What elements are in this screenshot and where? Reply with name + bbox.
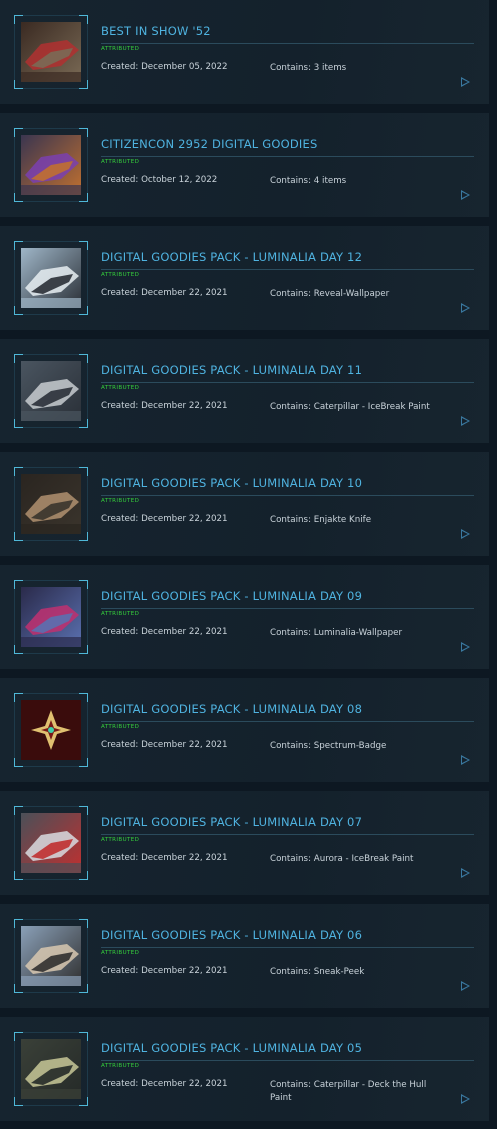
list-item[interactable]: CITIZENCON 2952 DIGITAL GOODIES ATTRIBUT… [0,113,489,217]
created-date: Created: December 22, 2021 [101,740,228,750]
thumbnail-frame[interactable] [14,580,88,654]
item-title[interactable]: DIGITAL GOODIES PACK - LUMINALIA DAY 07 [101,815,473,829]
title-divider [101,947,474,948]
item-title[interactable]: DIGITAL GOODIES PACK - LUMINALIA DAY 10 [101,476,473,490]
status-badge: ATTRIBUTED [101,1063,140,1069]
created-date: Created: December 22, 2021 [101,966,228,976]
snow-ship-icon [21,248,81,308]
contains-text: Contains: Caterpillar - IceBreak Paint [270,402,430,412]
created-date: Created: October 12, 2022 [101,175,218,185]
title-divider [101,495,474,496]
thumbnail-frame[interactable] [14,467,88,541]
item-title[interactable]: DIGITAL GOODIES PACK - LUMINALIA DAY 08 [101,702,473,716]
expand-arrow-icon[interactable] [461,755,470,765]
list-item[interactable]: BEST IN SHOW '52 ATTRIBUTED Created: Dec… [0,0,489,104]
title-divider [101,608,474,609]
thumbnail-frame[interactable] [14,354,88,428]
badge-icon [21,700,81,760]
status-badge: ATTRIBUTED [101,611,140,617]
created-date: Created: December 22, 2021 [101,514,228,524]
list-item[interactable]: DIGITAL GOODIES PACK - LUMINALIA DAY 09 … [0,565,489,669]
item-title[interactable]: DIGITAL GOODIES PACK - LUMINALIA DAY 12 [101,250,473,264]
expand-arrow-icon[interactable] [461,190,470,200]
title-divider [101,269,474,270]
armor-icon [21,135,81,195]
expand-arrow-icon[interactable] [461,642,470,652]
list-item[interactable]: DIGITAL GOODIES PACK - LUMINALIA DAY 11 … [0,339,489,443]
thumbnail-frame[interactable] [14,15,88,89]
status-badge: ATTRIBUTED [101,950,140,956]
contains-text: Contains: Enjakte Knife [270,515,372,525]
contains-text: Contains: Sneak-Peek [270,967,365,977]
status-badge: ATTRIBUTED [101,46,140,52]
item-title[interactable]: DIGITAL GOODIES PACK - LUMINALIA DAY 11 [101,363,473,377]
expand-arrow-icon[interactable] [461,77,470,87]
thumbnail-frame[interactable] [14,919,88,993]
item-title[interactable]: DIGITAL GOODIES PACK - LUMINALIA DAY 09 [101,589,473,603]
created-date: Created: December 22, 2021 [101,627,228,637]
contains-text: Contains: Aurora - IceBreak Paint [270,854,414,864]
status-badge: ATTRIBUTED [101,159,140,165]
list-item[interactable]: DIGITAL GOODIES PACK - LUMINALIA DAY 07 … [0,791,489,895]
hull-paint-icon [21,1039,81,1099]
item-title[interactable]: DIGITAL GOODIES PACK - LUMINALIA DAY 06 [101,928,473,942]
pledge-list: BEST IN SHOW '52 ATTRIBUTED Created: Dec… [0,0,497,1129]
thumbnail-frame[interactable] [14,693,88,767]
contains-text: Contains: Luminalia-Wallpaper [270,628,403,638]
status-badge: ATTRIBUTED [101,272,140,278]
knife-icon [21,474,81,534]
list-item[interactable]: DIGITAL GOODIES PACK - LUMINALIA DAY 10 … [0,452,489,556]
expand-arrow-icon[interactable] [461,529,470,539]
title-divider [101,721,474,722]
expand-arrow-icon[interactable] [461,981,470,991]
created-date: Created: December 05, 2022 [101,62,228,72]
item-title[interactable]: BEST IN SHOW '52 [101,24,473,38]
title-divider [101,43,474,44]
thumbnail-frame[interactable] [14,806,88,880]
created-date: Created: December 22, 2021 [101,288,228,298]
aurora-ship-icon [21,813,81,873]
list-item[interactable]: DIGITAL GOODIES PACK - LUMINALIA DAY 05 … [0,1017,489,1121]
expand-arrow-icon[interactable] [461,1094,470,1104]
item-title[interactable]: CITIZENCON 2952 DIGITAL GOODIES [101,137,473,151]
thumbnail-frame[interactable] [14,241,88,315]
status-badge: ATTRIBUTED [101,724,140,730]
contains-text: Contains: 3 items [270,63,347,73]
list-item[interactable]: DIGITAL GOODIES PACK - LUMINALIA DAY 08 … [0,678,489,782]
created-date: Created: December 22, 2021 [101,853,228,863]
created-date: Created: December 22, 2021 [101,401,228,411]
list-item[interactable]: DIGITAL GOODIES PACK - LUMINALIA DAY 12 … [0,226,489,330]
created-date: Created: December 22, 2021 [101,1079,228,1089]
contains-text: Contains: Spectrum-Badge [270,741,387,751]
sneak-peek-icon [21,926,81,986]
title-divider [101,1060,474,1061]
contains-text: Contains: 4 items [270,176,347,186]
contains-text: Contains: Caterpillar - Deck the Hull Pa… [270,1080,427,1103]
status-badge: ATTRIBUTED [101,498,140,504]
caterpillar-ship-icon [21,361,81,421]
expand-arrow-icon[interactable] [461,868,470,878]
title-divider [101,834,474,835]
status-badge: ATTRIBUTED [101,385,140,391]
ship-model-icon [21,22,81,82]
expand-arrow-icon[interactable] [461,416,470,426]
contains-text: Contains: Reveal-Wallpaper [270,289,390,299]
item-title[interactable]: DIGITAL GOODIES PACK - LUMINALIA DAY 05 [101,1041,473,1055]
title-divider [101,156,474,157]
wallpaper-icon [21,587,81,647]
status-badge: ATTRIBUTED [101,837,140,843]
expand-arrow-icon[interactable] [461,303,470,313]
title-divider [101,382,474,383]
thumbnail-frame[interactable] [14,1032,88,1106]
thumbnail-frame[interactable] [14,128,88,202]
list-item[interactable]: DIGITAL GOODIES PACK - LUMINALIA DAY 06 … [0,904,489,1008]
